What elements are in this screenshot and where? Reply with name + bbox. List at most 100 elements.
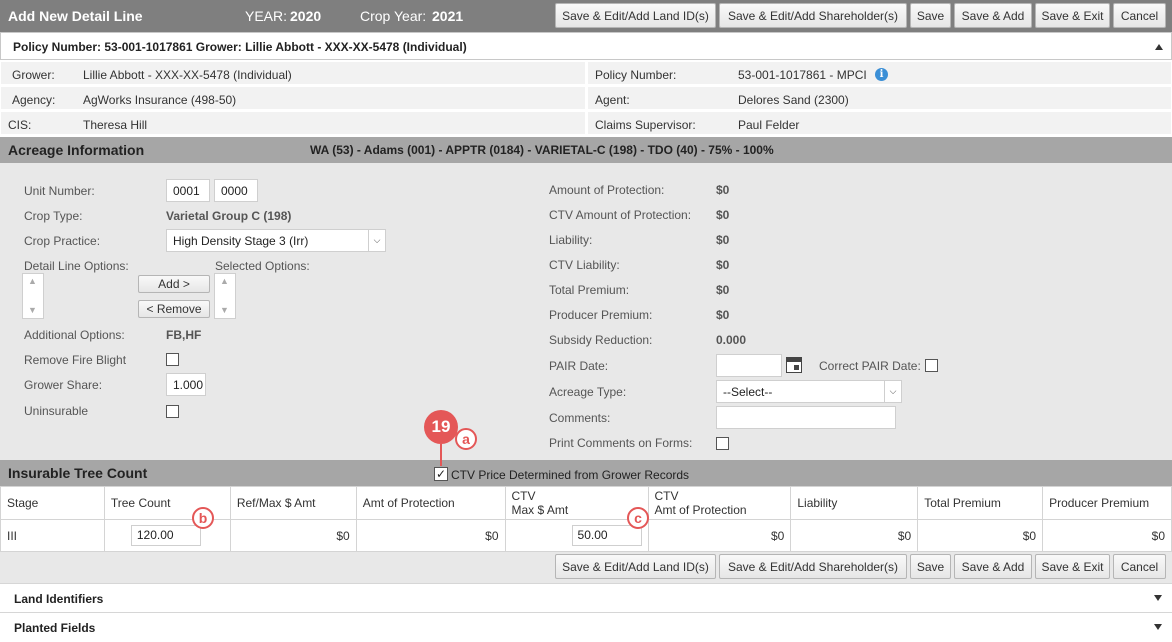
remove-option-button[interactable]: < Remove [138, 300, 210, 318]
scroll-up-icon[interactable]: ▲ [220, 276, 229, 286]
save-add-button[interactable]: Save & Add [954, 554, 1032, 579]
ctv-price-label: CTV Price Determined from Grower Records [451, 468, 690, 482]
uninsurable-label: Uninsurable [24, 404, 89, 418]
amount-protection-value: $0 [716, 183, 730, 197]
additional-options-value: FB,HF [166, 328, 202, 342]
acreage-summary: WA (53) - Adams (001) - APPTR (0184) - V… [310, 143, 774, 157]
ctv-liability-label: CTV Liability: [549, 258, 620, 272]
save-edit-shareholders-button[interactable]: Save & Edit/Add Shareholder(s) [719, 554, 907, 579]
claims-supervisor-row: Claims Supervisor: Paul Felder [588, 112, 1171, 136]
correct-pair-date-label: Correct PAIR Date: [819, 359, 921, 373]
column-header-line: Amt of Protection [654, 503, 747, 517]
bottom-button-bar: Save & Edit/Add Land ID(s) Save & Edit/A… [0, 552, 1172, 583]
callout-19: 19 [424, 410, 458, 444]
save-exit-button[interactable]: Save & Exit [1035, 554, 1110, 579]
agency-value: AgWorks Insurance (498-50) [83, 93, 237, 107]
add-option-button[interactable]: Add > [138, 275, 210, 293]
chevron-up-icon[interactable] [1155, 44, 1163, 50]
ctv-price-checkbox[interactable]: ✓ [434, 467, 448, 481]
chevron-down-icon[interactable] [1154, 595, 1162, 601]
total-premium-label: Total Premium: [549, 283, 630, 297]
policy-number-value: 53-001-1017861 - MPCI [738, 68, 867, 82]
selected-options-label: Selected Options: [215, 259, 310, 273]
crop-year-label: Crop Year: [360, 8, 427, 24]
detail-line-options-list[interactable]: ▲ ▼ [22, 273, 44, 319]
grower-share-input[interactable]: 1.000 [166, 373, 206, 396]
pair-date-input[interactable] [716, 354, 782, 377]
print-comments-checkbox[interactable] [716, 437, 729, 450]
liability-label: Liability: [549, 233, 593, 247]
year-value: 2020 [290, 8, 322, 24]
column-header-line: CTV [654, 489, 679, 503]
uninsurable-checkbox[interactable] [166, 405, 179, 418]
column-header-line: Max $ Amt [511, 503, 569, 517]
ctv-amount-protection-value: $0 [716, 208, 730, 222]
calendar-icon[interactable] [786, 357, 802, 373]
agent-row: Agent: Delores Sand (2300) [588, 87, 1171, 111]
crop-practice-value: High Density Stage 3 (Irr) [173, 234, 309, 248]
save-add-button[interactable]: Save & Add [954, 3, 1032, 28]
save-button[interactable]: Save [910, 3, 951, 28]
ctv-liability-value: $0 [716, 258, 730, 272]
grower-row: Grower: Lillie Abbott - XXX-XX-5478 (Ind… [1, 62, 585, 86]
cis-label: CIS: [8, 118, 32, 132]
callout-b: b [192, 507, 214, 529]
selected-options-list[interactable]: ▲ ▼ [214, 273, 236, 319]
chevron-down-icon[interactable] [1154, 624, 1162, 630]
column-header: Ref/Max $ Amt [229, 486, 357, 520]
crop-type-label: Crop Type: [24, 209, 83, 223]
tree-count-heading: Insurable Tree Count [8, 465, 148, 481]
scroll-down-icon[interactable]: ▼ [28, 305, 37, 315]
claims-supervisor-label: Claims Supervisor: [595, 118, 696, 132]
planted-fields-label: Planted Fields [14, 621, 96, 635]
agency-label: Agency: [12, 93, 56, 107]
policy-header[interactable]: Policy Number: 53-001-1017861 Grower: Li… [0, 32, 1172, 60]
amount-protection-label: Amount of Protection: [549, 183, 665, 197]
cancel-button[interactable]: Cancel [1113, 3, 1166, 28]
remove-fire-blight-checkbox[interactable] [166, 353, 179, 366]
policy-header-text: Policy Number: 53-001-1017861 Grower: Li… [13, 40, 467, 54]
acreage-type-select[interactable]: --Select-- ⌵ [716, 380, 902, 403]
save-button[interactable]: Save [910, 554, 951, 579]
crop-practice-label: Crop Practice: [24, 234, 101, 248]
scroll-down-icon[interactable]: ▼ [220, 305, 229, 315]
cancel-button[interactable]: Cancel [1113, 554, 1166, 579]
unit-number-input-2[interactable]: 0000 [214, 179, 258, 202]
crop-year-value: 2021 [432, 8, 464, 24]
save-edit-land-ids-button[interactable]: Save & Edit/Add Land ID(s) [555, 3, 716, 28]
scroll-up-icon[interactable]: ▲ [28, 276, 37, 286]
comments-input[interactable] [716, 406, 896, 429]
subsidy-reduction-label: Subsidy Reduction: [549, 333, 653, 347]
select-arrow-icon: ⌵ [884, 381, 901, 402]
correct-pair-date-checkbox[interactable] [925, 359, 938, 372]
grower-share-label: Grower Share: [24, 378, 103, 392]
stage-cell: III [0, 519, 105, 552]
tree-count-input[interactable]: 120.00 [130, 525, 201, 546]
info-icon[interactable]: i [875, 68, 888, 81]
column-header-line: CTV [511, 489, 536, 503]
unit-number-input-1[interactable]: 0001 [166, 179, 210, 202]
acreage-information-bar: Acreage Information WA (53) - Adams (001… [0, 137, 1172, 163]
column-header: Liability [790, 486, 919, 520]
column-header: Producer Premium [1042, 486, 1172, 520]
planted-fields-section[interactable]: Planted Fields [0, 612, 1172, 642]
save-edit-land-ids-button[interactable]: Save & Edit/Add Land ID(s) [555, 554, 716, 579]
callout-leader-line [440, 444, 442, 466]
subsidy-reduction-value: 0.000 [716, 333, 747, 347]
total-premium-value: $0 [716, 283, 730, 297]
ctv-max-input[interactable]: 50.00 [571, 525, 642, 546]
save-exit-button[interactable]: Save & Exit [1035, 3, 1110, 28]
policy-number-row: Policy Number: 53-001-1017861 - MPCI i [588, 62, 1171, 86]
land-identifiers-label: Land Identifiers [14, 592, 104, 606]
print-comments-label: Print Comments on Forms: [549, 436, 693, 450]
insurable-tree-count-bar: Insurable Tree Count ✓ CTV Price Determi… [0, 460, 1172, 486]
agent-label: Agent: [595, 93, 630, 107]
save-edit-shareholders-button[interactable]: Save & Edit/Add Shareholder(s) [719, 3, 907, 28]
additional-options-label: Additional Options: [24, 328, 125, 342]
acreage-type-value: --Select-- [723, 385, 773, 399]
agent-value: Delores Sand (2300) [738, 93, 849, 107]
page-title: Add New Detail Line [8, 8, 143, 24]
callout-a: a [455, 428, 477, 450]
crop-practice-select[interactable]: High Density Stage 3 (Irr) ⌵ [166, 229, 386, 252]
land-identifiers-section[interactable]: Land Identifiers [0, 583, 1172, 612]
